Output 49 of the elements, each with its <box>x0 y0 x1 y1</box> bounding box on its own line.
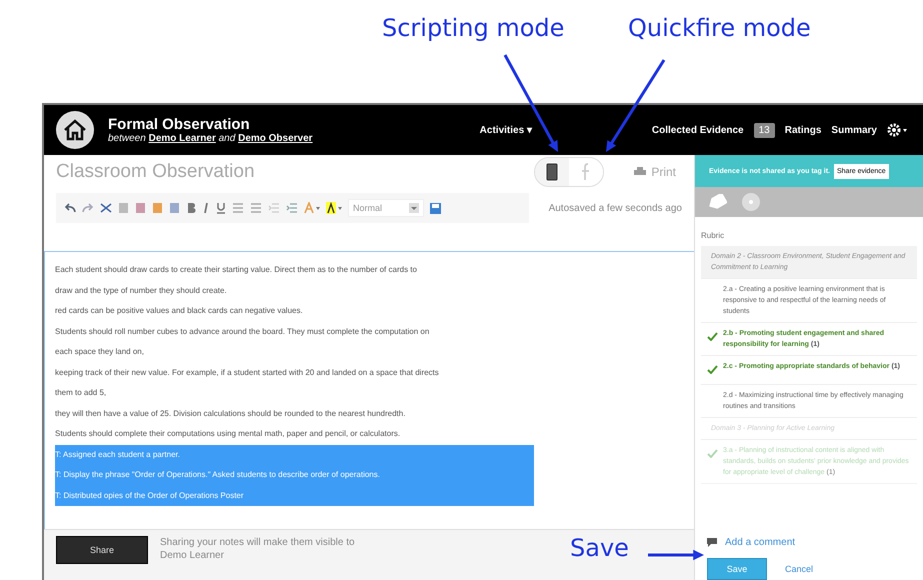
scripting-mode-button[interactable] <box>535 158 570 186</box>
share-button[interactable]: Share <box>56 536 148 564</box>
list-icon[interactable] <box>250 202 262 214</box>
note-line: keeping track of their new value. For example, if a student started with 20 and landed on a space that directs <box>55 366 440 379</box>
nav-link[interactable]: Collected Evidence <box>652 124 744 136</box>
page-subtitle: between Demo Learner and Demo Observer <box>108 133 314 144</box>
cut-icon[interactable] <box>100 202 112 214</box>
tablet-icon <box>546 163 558 181</box>
notes-editor[interactable] <box>44 251 694 529</box>
rubric-heading: Rubric <box>701 231 726 240</box>
note-title: Classroom Observation <box>56 161 256 183</box>
nav-link[interactable]: Summary <box>831 124 877 136</box>
save-icon[interactable] <box>430 202 441 214</box>
count-badge: 13 <box>754 122 775 138</box>
list-icon[interactable] <box>232 202 244 214</box>
cancel-link[interactable]: Cancel <box>785 564 814 574</box>
comment-icon <box>707 538 717 547</box>
note-line: Each student should draw cards to create their starting value. Direct them as to the number of cards to <box>55 264 418 276</box>
redo-icon[interactable] <box>82 203 94 213</box>
page-title: Formal Observation <box>108 116 251 133</box>
note-line: red cards can be positive values and black cards can negative values. <box>55 305 304 317</box>
circle-icon[interactable] <box>741 192 761 212</box>
home-icon[interactable] <box>56 111 94 149</box>
dropdown-caret-icon <box>409 203 419 213</box>
text-color-icon[interactable] <box>304 202 320 214</box>
autosave-status: Autosaved a few seconds ago <box>548 202 682 214</box>
annotation-label: Save <box>570 534 629 562</box>
nav-link[interactable]: Ratings <box>784 124 822 136</box>
italic-icon[interactable] <box>202 202 210 214</box>
note-line: they will then have a value of 25. Division calculations should be rounded to the nearest hundredth. <box>55 408 406 420</box>
f-letter-icon <box>581 163 592 181</box>
annotation-arrow <box>648 550 704 560</box>
note-line: draw and the type of number they should create. <box>55 284 228 297</box>
printer-icon <box>634 167 646 177</box>
nav-link[interactable]: Activities ▾ <box>480 124 532 136</box>
indent-icon[interactable] <box>286 202 298 214</box>
settings-icon[interactable] <box>887 123 909 137</box>
underline-icon[interactable] <box>216 202 226 214</box>
share-note: Sharing your notes will make them visible to Demo Learner <box>160 536 355 562</box>
note-line: Students should roll number cubes to advance around the board. They must complete the computation on <box>55 326 430 338</box>
annotation-label: Scripting mode <box>382 14 564 42</box>
annotation-label: Quickfire mode <box>628 14 811 42</box>
note-line: them to add 5, <box>55 387 108 399</box>
indent-icon[interactable] <box>268 202 280 214</box>
note-line: Students should complete their computations using mental math, paper and pencil, or calculators. <box>55 428 402 440</box>
undo-icon[interactable] <box>64 203 76 213</box>
bold-icon[interactable] <box>186 202 196 214</box>
highlight-icon[interactable] <box>326 202 342 214</box>
note-line: each space they land on, <box>55 346 145 358</box>
